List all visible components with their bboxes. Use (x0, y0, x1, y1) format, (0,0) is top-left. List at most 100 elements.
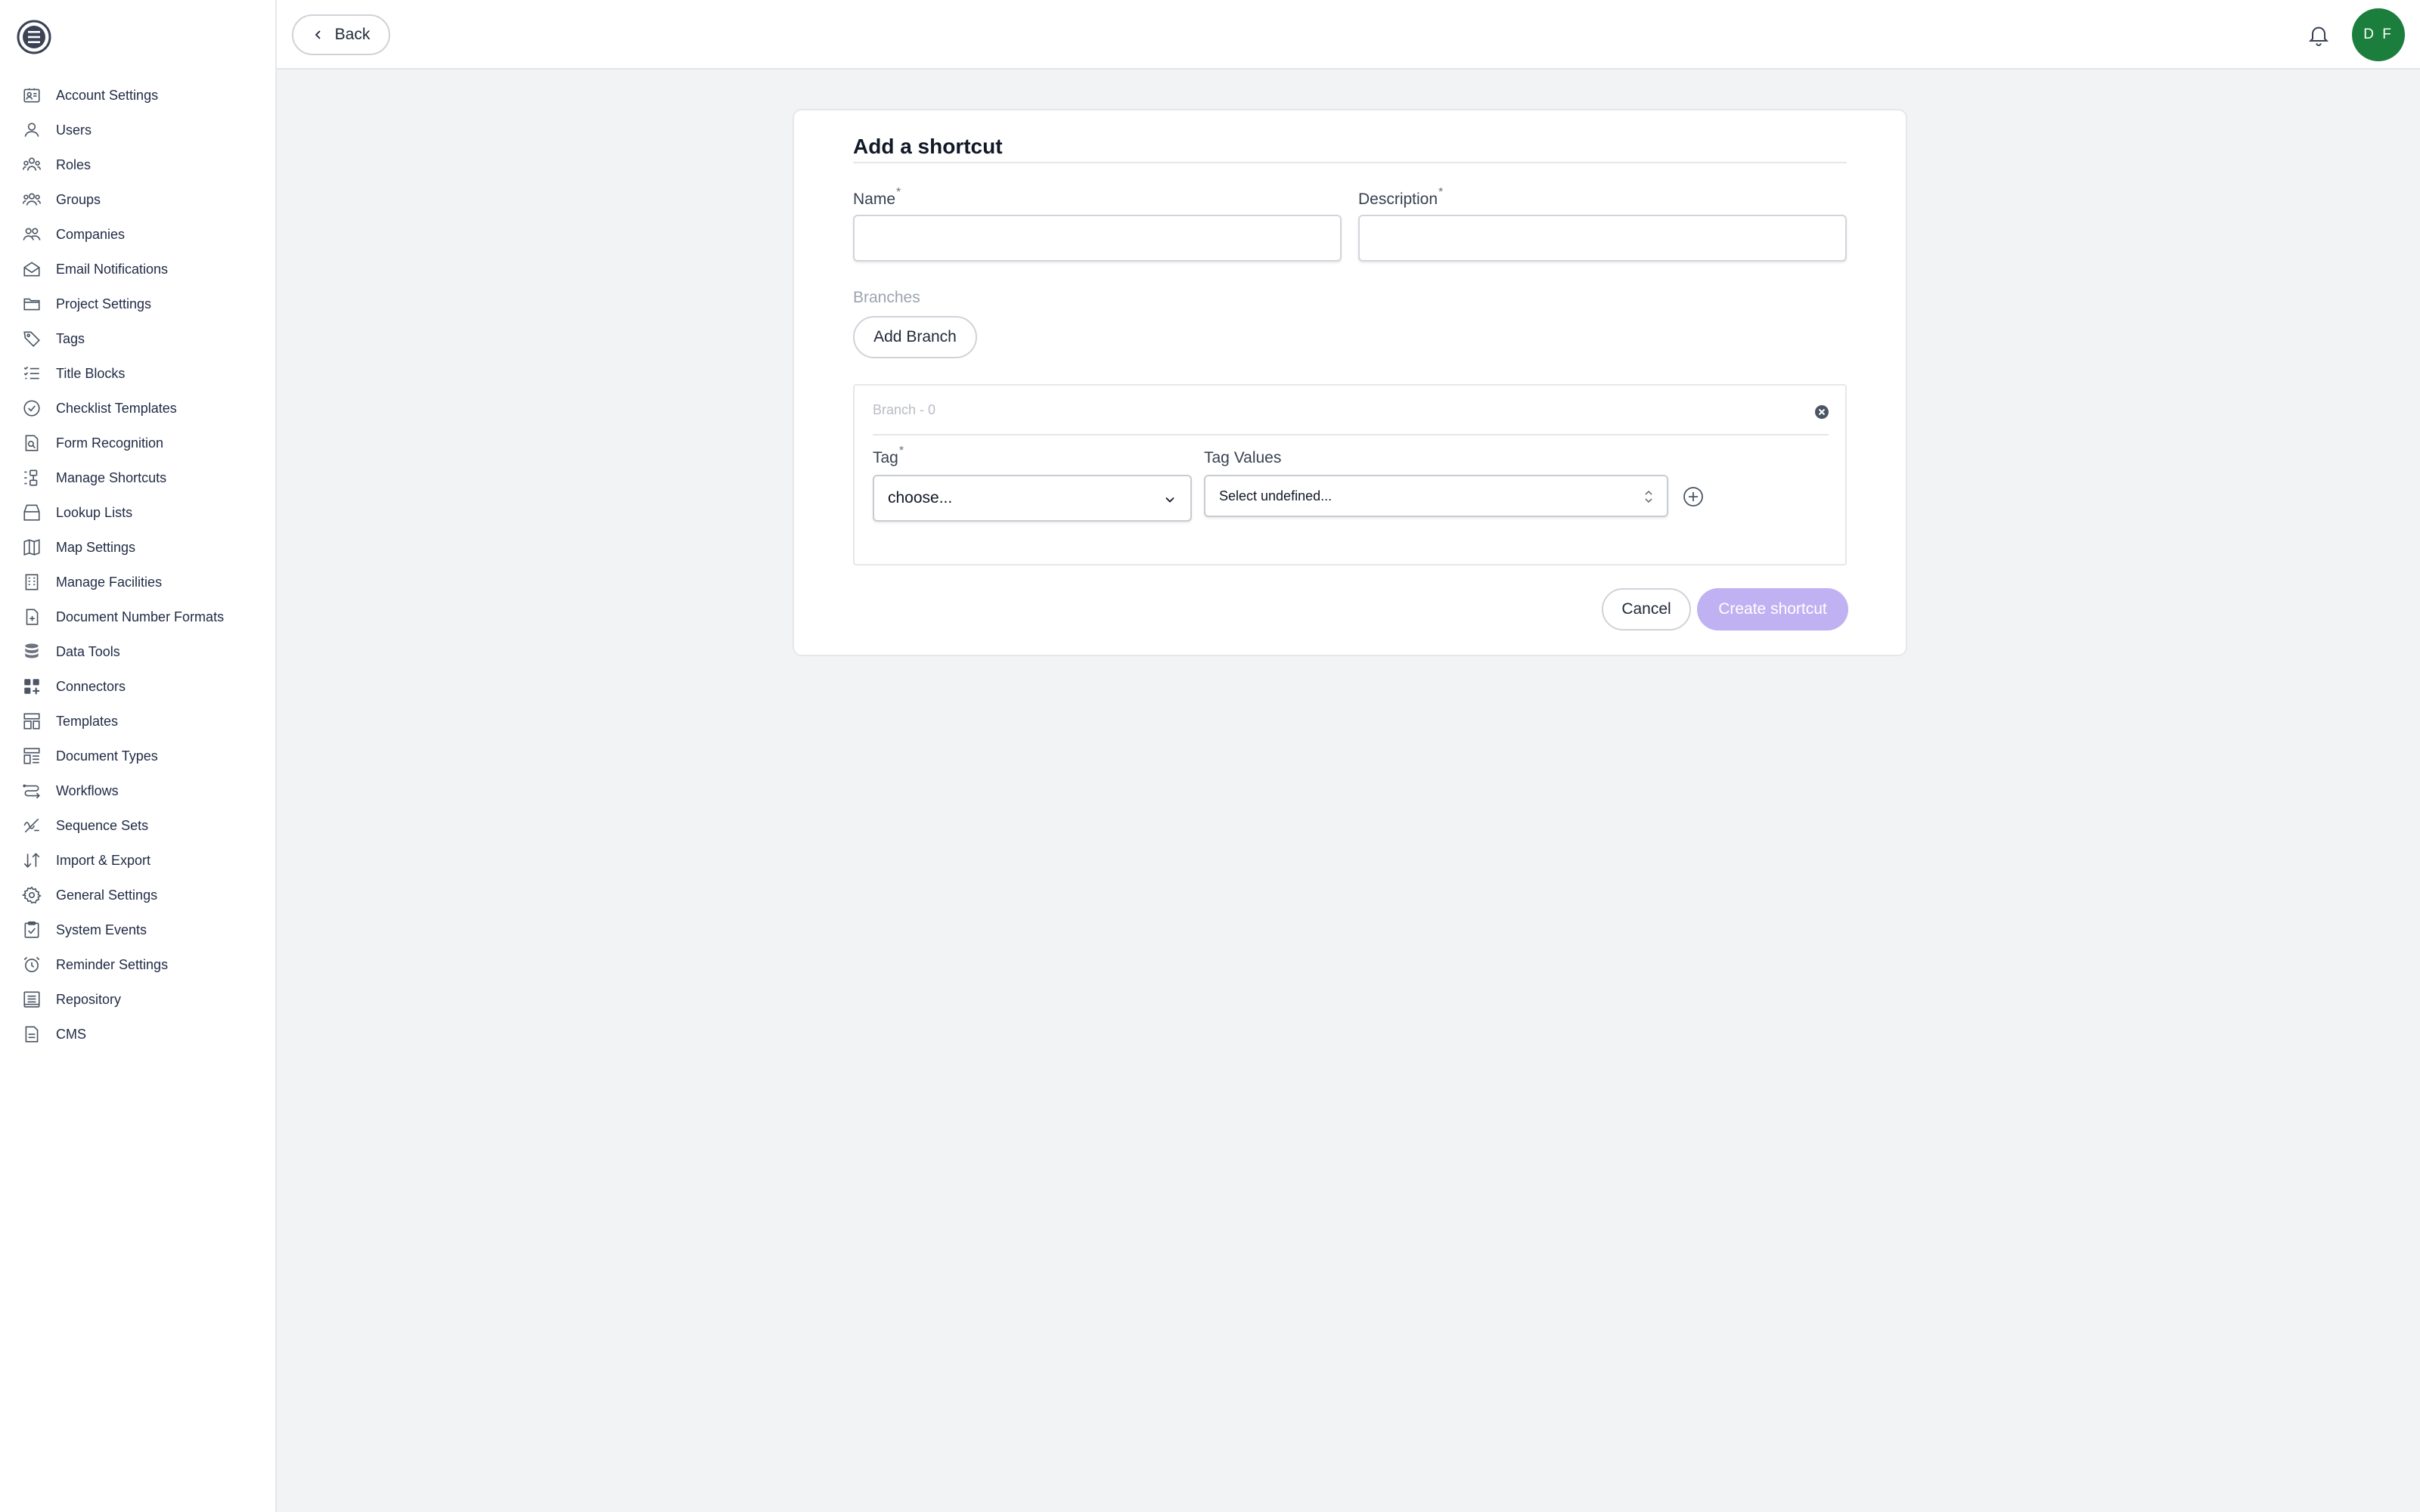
tag-icon (21, 328, 42, 349)
description-label-text: Description (1358, 191, 1438, 208)
required-mark: * (898, 445, 904, 457)
add-branch-button[interactable]: Add Branch (853, 316, 977, 358)
sidebar-item-templates[interactable]: Templates (0, 704, 277, 739)
tag-label-text: Tag (873, 449, 898, 466)
sidebar-item-title-blocks[interactable]: Title Blocks (0, 356, 277, 391)
name-label-text: Name (853, 191, 896, 208)
sidebar-item-label: Workflows (56, 782, 119, 798)
sidebar-item-form-recognition[interactable]: Form Recognition (0, 426, 277, 460)
sidebar-item-checklist-templates[interactable]: Checklist Templates (0, 391, 277, 426)
top-header: Back D F (277, 0, 2420, 70)
sidebar: Account Settings Users Roles Groups Comp… (0, 0, 277, 1512)
workflow-icon (21, 780, 42, 801)
sidebar-item-label: Project Settings (56, 296, 152, 311)
sidebar-item-groups[interactable]: Groups (0, 182, 277, 217)
user-avatar[interactable]: D F (2352, 8, 2405, 61)
sidebar-item-document-number-formats[interactable]: Document Number Formats (0, 600, 277, 634)
import-export-icon (21, 850, 42, 871)
sidebar-item-label: Data Tools (56, 643, 120, 659)
sidebar-item-reminder-settings[interactable]: Reminder Settings (0, 947, 277, 982)
sidebar-item-label: Document Number Formats (56, 609, 225, 624)
sidebar-item-label: General Settings (56, 887, 158, 903)
alarm-icon (21, 954, 42, 975)
sequence-icon (21, 815, 42, 836)
branch-panel: Branch - 0 Tag* choose... Tag Values Sel… (853, 384, 1847, 565)
tag-values-select[interactable]: Select undefined... (1204, 475, 1668, 517)
sidebar-item-document-types[interactable]: Document Types (0, 739, 277, 773)
sidebar-item-general-settings[interactable]: General Settings (0, 878, 277, 912)
sidebar-item-map-settings[interactable]: Map Settings (0, 530, 277, 565)
sidebar-item-users[interactable]: Users (0, 113, 277, 147)
folder-icon (21, 293, 42, 314)
sidebar-item-account-settings[interactable]: Account Settings (0, 78, 277, 113)
add-circle-icon[interactable] (1682, 485, 1705, 508)
branch-title: Branch - 0 (873, 402, 936, 417)
sidebar-item-sequence-sets[interactable]: Sequence Sets (0, 808, 277, 843)
sidebar-item-label: Document Types (56, 748, 158, 764)
sidebar-item-label: Roles (56, 156, 92, 172)
sidebar-item-label: Lookup Lists (56, 504, 133, 520)
back-button-label: Back (334, 26, 371, 43)
sidebar-item-label: Import & Export (56, 852, 151, 868)
tag-select-value: choose... (888, 489, 953, 507)
chevron-left-icon (315, 30, 321, 39)
building-icon (21, 572, 42, 593)
sidebar-item-system-events[interactable]: System Events (0, 912, 277, 947)
sidebar-nav: Account Settings Users Roles Groups Comp… (0, 78, 277, 1052)
tag-values-label: Tag Values (1204, 449, 1282, 466)
sidebar-item-data-tools[interactable]: Data Tools (0, 634, 277, 669)
sidebar-item-import-export[interactable]: Import & Export (0, 843, 277, 878)
description-input[interactable] (1358, 215, 1847, 262)
companies-icon (21, 224, 42, 245)
sidebar-item-manage-shortcuts[interactable]: Manage Shortcuts (0, 460, 277, 495)
sidebar-item-email-notifications[interactable]: Email Notifications (0, 252, 277, 287)
email-icon (21, 259, 42, 280)
document-plus-icon (21, 606, 42, 627)
document-types-icon (21, 745, 42, 767)
sidebar-item-label: System Events (56, 922, 147, 937)
sidebar-item-companies[interactable]: Companies (0, 217, 277, 252)
map-icon (21, 537, 42, 558)
sidebar-item-connectors[interactable]: Connectors (0, 669, 277, 704)
gear-icon (21, 885, 42, 906)
branch-divider (873, 434, 1829, 435)
description-label: Description* (1358, 186, 1443, 209)
required-mark: * (1438, 186, 1444, 199)
app-logo-icon[interactable] (17, 20, 51, 54)
sidebar-item-label: Reminder Settings (56, 956, 169, 972)
sidebar-item-label: Repository (56, 991, 122, 1007)
database-icon (21, 641, 42, 662)
cancel-button[interactable]: Cancel (1602, 588, 1691, 631)
sidebar-item-lookup-lists[interactable]: Lookup Lists (0, 495, 277, 530)
tag-select[interactable]: choose... (873, 475, 1192, 522)
account-settings-icon (21, 85, 42, 106)
sidebar-item-roles[interactable]: Roles (0, 147, 277, 182)
tag-label: Tag* (873, 445, 904, 467)
sidebar-item-label: Checklist Templates (56, 400, 177, 416)
file-text-icon (21, 1024, 42, 1045)
sidebar-item-manage-facilities[interactable]: Manage Facilities (0, 565, 277, 600)
sidebar-item-label: Account Settings (56, 87, 159, 103)
chevron-up-down-icon (1645, 490, 1652, 503)
sidebar-item-workflows[interactable]: Workflows (0, 773, 277, 808)
create-shortcut-button[interactable]: Create shortcut (1697, 588, 1848, 631)
users-icon (21, 119, 42, 141)
add-shortcut-card: Add a shortcut Name* Description* Branch… (793, 109, 1907, 656)
sidebar-item-label: Groups (56, 191, 101, 207)
archive-icon (21, 502, 42, 523)
name-input[interactable] (853, 215, 1342, 262)
sidebar-item-repository[interactable]: Repository (0, 982, 277, 1017)
document-search-icon (21, 432, 42, 454)
title-divider (853, 162, 1847, 163)
sidebar-item-tags[interactable]: Tags (0, 321, 277, 356)
sidebar-item-project-settings[interactable]: Project Settings (0, 287, 277, 321)
roles-icon (21, 154, 42, 175)
repository-icon (21, 989, 42, 1010)
sidebar-item-cms[interactable]: CMS (0, 1017, 277, 1052)
notifications-bell-icon[interactable] (2304, 20, 2334, 50)
sidebar-item-label: Manage Shortcuts (56, 469, 167, 485)
close-circle-icon[interactable] (1813, 404, 1830, 420)
sidebar-item-label: Title Blocks (56, 365, 126, 381)
back-button[interactable]: Back (292, 14, 390, 55)
sidebar-item-label: Users (56, 122, 92, 138)
